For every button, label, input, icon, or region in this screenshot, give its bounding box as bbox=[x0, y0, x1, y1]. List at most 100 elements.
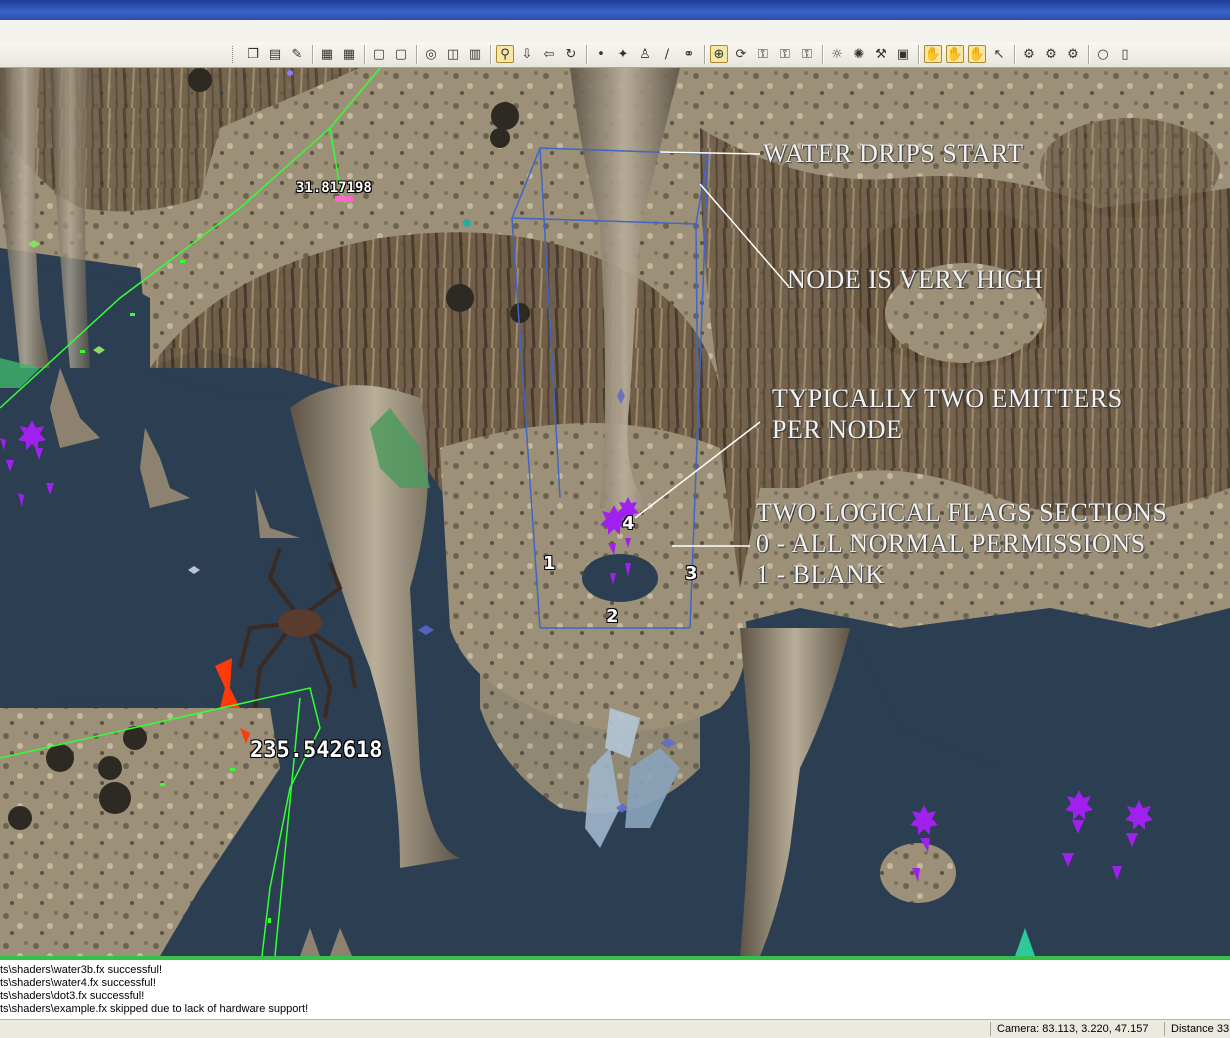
toolbar-bright-button[interactable]: ✺ bbox=[850, 45, 868, 63]
window-title-bar bbox=[0, 0, 1230, 20]
toolbar-separator bbox=[586, 45, 588, 64]
link-icon: ⚭ bbox=[683, 46, 695, 62]
toolbar-lock-button[interactable]: ⚿ bbox=[776, 45, 794, 63]
output-console[interactable]: ts\shaders\water3b.fx successful! ts\sha… bbox=[0, 959, 1230, 1020]
toolbar-pan-button[interactable]: ◫ bbox=[444, 45, 462, 63]
page-icon: ▢ bbox=[372, 46, 386, 62]
cursor-icon: ↖ bbox=[993, 46, 1005, 62]
toolbar-separator bbox=[312, 45, 314, 64]
toolbar-rotate-button[interactable]: ↻ bbox=[562, 45, 580, 63]
rotate-icon: ↻ bbox=[565, 46, 577, 62]
toolbar-move-left-button[interactable]: ⇦ bbox=[540, 45, 558, 63]
toolbar-separator bbox=[918, 45, 920, 64]
annotation-node-high: NODE IS VERY HIGH bbox=[787, 265, 1044, 294]
toolbar-lock-button[interactable]: ⚿ bbox=[798, 45, 816, 63]
toolbar-gear-button[interactable]: ⚙ bbox=[1020, 45, 1038, 63]
paste-icon: ▤ bbox=[268, 46, 282, 62]
move-left-icon: ⇦ bbox=[543, 46, 555, 62]
toolbar-rotate-view-button[interactable]: ⟳ bbox=[732, 45, 750, 63]
toolbar-exit-button[interactable]: ▯ bbox=[1116, 45, 1134, 63]
pan-icon: ◫ bbox=[446, 46, 460, 62]
tool-icon: ⚒ bbox=[875, 46, 887, 62]
node-number: 3 bbox=[685, 563, 698, 584]
console-line: ts\shaders\dot3.fx successful! bbox=[0, 990, 145, 1002]
toolbar-separator bbox=[704, 45, 706, 64]
gear-icon: ⚙ bbox=[1045, 46, 1057, 62]
menu-bar bbox=[0, 20, 1230, 43]
person-icon: ♙ bbox=[639, 46, 651, 62]
camera-readout: Camera: 83.113, 3.220, 47.157 bbox=[990, 1022, 1148, 1036]
toolbar-grid-button[interactable]: ▦ bbox=[318, 45, 336, 63]
node-number: 1 bbox=[543, 553, 556, 574]
toolbar-spawn-button[interactable]: ✦ bbox=[614, 45, 632, 63]
gear-icon: ⚙ bbox=[1023, 46, 1035, 62]
toolbar-hand-button[interactable]: ✋ bbox=[968, 45, 986, 63]
toolbar-box-button[interactable]: ▣ bbox=[894, 45, 912, 63]
toolbar-page-button[interactable]: ▢ bbox=[370, 45, 388, 63]
toolbar-lock-button[interactable]: ⚿ bbox=[754, 45, 772, 63]
toolbar-separator bbox=[364, 45, 366, 64]
toolbar-line-button[interactable]: ∕ bbox=[658, 45, 676, 63]
target-icon: ◎ bbox=[425, 46, 437, 62]
move-down-icon: ⇩ bbox=[521, 46, 533, 62]
distance-readout: Distance 33 bbox=[1164, 1022, 1229, 1036]
toolbar-sun-button[interactable]: ☼ bbox=[828, 45, 846, 63]
lock-icon: ⚿ bbox=[758, 46, 768, 62]
distance-label-near: 31.817198 bbox=[296, 180, 372, 196]
3d-viewport[interactable]: WATER DRIPS START NODE IS VERY HIGH TYPI… bbox=[0, 68, 1230, 956]
toolbar-gear-button[interactable]: ⚙ bbox=[1042, 45, 1060, 63]
toolbar-wand-button[interactable]: ✎ bbox=[288, 45, 306, 63]
wand-icon: ✎ bbox=[291, 46, 303, 62]
toolbar-hand-button[interactable]: ✋ bbox=[924, 45, 942, 63]
lock-icon: ⚿ bbox=[802, 46, 812, 62]
annotation-flags: TWO LOGICAL FLAGS SECTIONS 0 - ALL NORMA… bbox=[756, 498, 1168, 589]
toolbar-pick-button[interactable]: ⚲ bbox=[496, 45, 514, 63]
box-icon: ▣ bbox=[896, 46, 910, 62]
page-icon: ▢ bbox=[394, 46, 408, 62]
toolbar-page-button[interactable]: ▢ bbox=[392, 45, 410, 63]
toolbar-target-button[interactable]: ◎ bbox=[422, 45, 440, 63]
rotate-view-icon: ⟳ bbox=[735, 46, 747, 62]
main-toolbar: ❐ ▤ ✎ ▦ ▦ ▢ ▢ ◎ ◫ ▥ ⚲ ⇩ ⇦ ↻ • ✦ ♙ ∕ ⚭ ⊕ ⟳ ⚿ ⚿ ⚿ ☼ ✺ ⚒ ▣ ✋ ✋ ✋ ↖ ⚙ ⚙ ⚙ ○ ▯ bbox=[0, 42, 1230, 68]
toolbar-separator bbox=[1014, 45, 1016, 64]
toolbar-select-button[interactable]: ⊕ bbox=[710, 45, 728, 63]
circle-icon: ○ bbox=[1097, 46, 1109, 62]
console-line: ts\shaders\water4.fx successful! bbox=[0, 977, 156, 989]
hand-icon: ✋ bbox=[924, 46, 942, 62]
toolbar-grip[interactable] bbox=[232, 46, 236, 63]
node-number: 4 bbox=[622, 513, 635, 534]
spawn-icon: ✦ bbox=[617, 46, 629, 62]
toolbar-separator bbox=[1088, 45, 1090, 64]
toolbar-link-button[interactable]: ⚭ bbox=[680, 45, 698, 63]
console-line: ts\shaders\example.fx skipped due to lac… bbox=[0, 1003, 309, 1015]
toolbar-person-button[interactable]: ♙ bbox=[636, 45, 654, 63]
toolbar-copy-button[interactable]: ❐ bbox=[244, 45, 262, 63]
toolbar-cursor-button[interactable]: ↖ bbox=[990, 45, 1008, 63]
toolbar-gear-button[interactable]: ⚙ bbox=[1064, 45, 1082, 63]
grid-icon: ▦ bbox=[342, 46, 356, 62]
node-icon: • bbox=[597, 46, 605, 62]
toolbar-move-down-button[interactable]: ⇩ bbox=[518, 45, 536, 63]
annotation-two-emitters: TYPICALLY TWO EMITTERS PER NODE bbox=[772, 384, 1123, 444]
annotation-water-drips: WATER DRIPS START bbox=[763, 139, 1024, 168]
toolbar-node-button[interactable]: • bbox=[592, 45, 610, 63]
status-bar: Camera: 83.113, 3.220, 47.157 Distance 3… bbox=[0, 1019, 1230, 1038]
toolbar-tool-button[interactable]: ⚒ bbox=[872, 45, 890, 63]
console-line: ts\shaders\water3b.fx successful! bbox=[0, 964, 163, 976]
toolbar-circle-button[interactable]: ○ bbox=[1094, 45, 1112, 63]
pick-icon: ⚲ bbox=[500, 46, 510, 62]
copy-icon: ❐ bbox=[247, 46, 259, 62]
toolbar-grid-button[interactable]: ▦ bbox=[340, 45, 358, 63]
sun-icon: ☼ bbox=[831, 46, 843, 62]
chart-icon: ▥ bbox=[468, 46, 482, 62]
toolbar-chart-button[interactable]: ▥ bbox=[466, 45, 484, 63]
hand-icon: ✋ bbox=[968, 46, 986, 62]
grid-icon: ▦ bbox=[320, 46, 334, 62]
toolbar-paste-button[interactable]: ▤ bbox=[266, 45, 284, 63]
line-icon: ∕ bbox=[664, 46, 670, 62]
toolbar-hand-button[interactable]: ✋ bbox=[946, 45, 964, 63]
exit-icon: ▯ bbox=[1121, 46, 1129, 62]
bright-icon: ✺ bbox=[853, 46, 865, 62]
toolbar-separator bbox=[416, 45, 418, 64]
toolbar-separator bbox=[490, 45, 492, 64]
